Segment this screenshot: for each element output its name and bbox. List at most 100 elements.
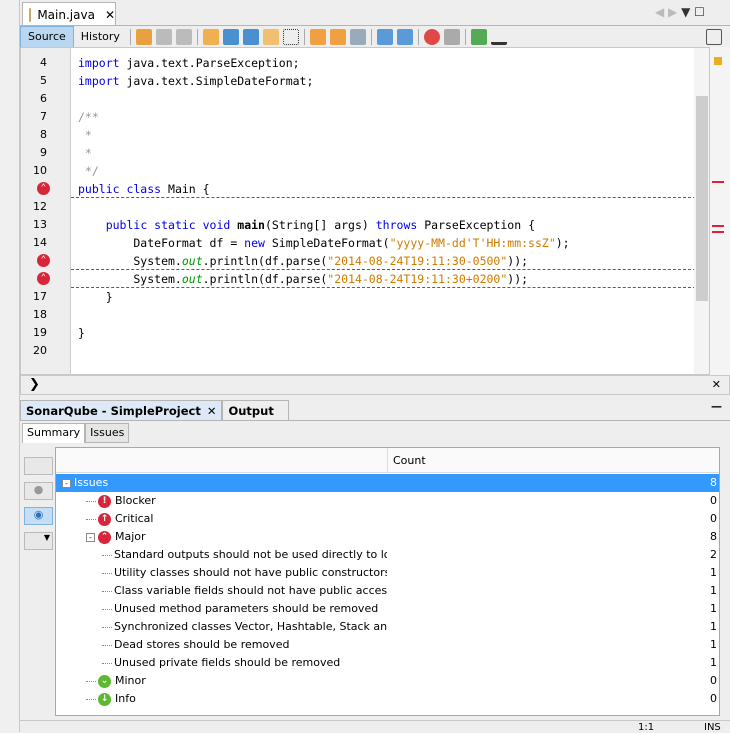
- code-line[interactable]: ⌃ System.out.println(df.parse("2014-08-2…: [21, 252, 696, 270]
- shift-left-icon[interactable]: [376, 28, 393, 45]
- row-label: Dead stores should be removed: [114, 638, 290, 651]
- toggle-highlight-icon[interactable]: [262, 28, 279, 45]
- tree-row[interactable]: Standard outputs should not be used dire…: [56, 546, 719, 564]
- tree-row[interactable]: Unused method parameters should be remov…: [56, 600, 719, 618]
- shift-right-icon[interactable]: [396, 28, 413, 45]
- uncomment-icon[interactable]: [490, 29, 507, 45]
- code-text: import java.text.SimpleDateFormat;: [78, 74, 314, 88]
- row-count: 1: [710, 638, 717, 651]
- row-label: Synchronized classes Vector, Hashtable, …: [114, 620, 387, 633]
- code-line[interactable]: 12: [21, 198, 696, 216]
- list-view-icon[interactable]: [24, 457, 53, 475]
- tree-row[interactable]: Utility classes should not have public c…: [56, 564, 719, 582]
- row-count: 2: [710, 548, 717, 561]
- code-line[interactable]: 14 DateFormat df = new SimpleDateFormat(…: [21, 234, 696, 252]
- rectangular-selection-icon[interactable]: [282, 28, 299, 45]
- code-line[interactable]: 4 import java.text.ParseException;: [21, 54, 696, 72]
- error-annotation-icon[interactable]: ⌃: [37, 272, 50, 285]
- code-line[interactable]: 5 import java.text.SimpleDateFormat;: [21, 72, 696, 90]
- row-label: Unused method parameters should be remov…: [114, 602, 379, 615]
- code-line[interactable]: ⌃ public class Main {: [21, 180, 696, 198]
- collapsed-side-panel: [0, 0, 20, 732]
- collapse-toggle-icon[interactable]: -: [86, 532, 95, 542]
- tab-scroll-arrows[interactable]: ◀ ▶ ▼ ☐: [655, 5, 705, 19]
- error-mark[interactable]: [712, 225, 724, 227]
- code-line[interactable]: 7 /**: [21, 108, 696, 126]
- row-label: Blocker: [115, 494, 156, 507]
- tree-row[interactable]: - ⌃ Major 8: [56, 528, 719, 546]
- row-count: 1: [710, 656, 717, 669]
- row-label: Major: [115, 530, 146, 543]
- subtab-summary[interactable]: Summary: [22, 423, 86, 443]
- row-label: Class variable fields should not have pu…: [114, 584, 387, 597]
- code-line[interactable]: ⌃ System.out.println(df.parse("2014-08-2…: [21, 270, 696, 288]
- error-annotation-icon[interactable]: ⌃: [37, 254, 50, 267]
- error-annotation-icon[interactable]: ⌃: [37, 182, 50, 195]
- code-line[interactable]: 8 *: [21, 126, 696, 144]
- code-text: /**: [78, 110, 99, 124]
- tab-output-label: Output: [228, 403, 274, 418]
- code-line[interactable]: 17 }: [21, 288, 696, 306]
- collapse-toggle-icon[interactable]: -: [62, 478, 71, 488]
- line-number: 7: [40, 110, 47, 123]
- error-mark[interactable]: [712, 231, 724, 233]
- next-bookmark-icon[interactable]: [329, 28, 346, 45]
- scrollbar-thumb[interactable]: [696, 96, 708, 301]
- start-macro-icon[interactable]: [423, 28, 440, 45]
- last-edit-icon[interactable]: [135, 28, 152, 45]
- tree-row[interactable]: ! Blocker 0: [56, 492, 719, 510]
- tree-row[interactable]: - Issues 8: [56, 474, 719, 492]
- code-line[interactable]: 20: [21, 342, 696, 360]
- find-next-icon[interactable]: [242, 28, 259, 45]
- code-line[interactable]: 9 *: [21, 144, 696, 162]
- code-editor[interactable]: 4 import java.text.ParseException; 5 import…: [20, 47, 710, 375]
- previous-bookmark-icon[interactable]: [309, 28, 326, 45]
- subtab-issues[interactable]: Issues: [85, 423, 130, 443]
- settings-dropdown-icon[interactable]: ▼: [24, 532, 53, 550]
- line-number: 14: [33, 236, 47, 249]
- stop-macro-icon[interactable]: [443, 28, 460, 45]
- row-count: 1: [710, 620, 717, 633]
- column-header-count[interactable]: Count: [387, 448, 431, 473]
- close-tab-icon[interactable]: ✕: [207, 404, 217, 418]
- row-label: Unused private fields should be removed: [114, 656, 341, 669]
- line-number: 13: [33, 218, 47, 231]
- line-number: 9: [40, 146, 47, 159]
- code-line[interactable]: 13 public static void main(String[] args…: [21, 216, 696, 234]
- tree-row[interactable]: ↑ Critical 0: [56, 510, 719, 528]
- row-label: Critical: [115, 512, 154, 525]
- toggle-bookmark-icon[interactable]: [349, 28, 366, 45]
- eye-icon[interactable]: ◉: [24, 507, 53, 525]
- tab-output[interactable]: Output: [222, 400, 290, 420]
- history-button[interactable]: History: [74, 26, 127, 48]
- tree-row[interactable]: ⌄ Minor 0: [56, 672, 719, 690]
- tree-row[interactable]: Class variable fields should not have pu…: [56, 582, 719, 600]
- tree-row[interactable]: Dead stores should be removed 1: [56, 636, 719, 654]
- find-icon[interactable]: [202, 28, 219, 45]
- close-tab-icon[interactable]: ✕: [105, 8, 115, 22]
- error-mark[interactable]: [712, 181, 724, 183]
- row-count: 8: [710, 476, 717, 489]
- split-editor-icon[interactable]: [706, 28, 722, 45]
- editor-tab-main-java[interactable]: Main.java ✕: [22, 2, 116, 26]
- tree-row[interactable]: ↓ Info 0: [56, 690, 719, 708]
- forward-icon[interactable]: [175, 28, 192, 45]
- panel-subtabs: Summary Issues: [22, 423, 130, 443]
- minimize-panel-icon[interactable]: —: [711, 400, 722, 420]
- source-button[interactable]: Source: [20, 25, 74, 48]
- close-navigator-icon[interactable]: ✕: [712, 378, 721, 391]
- tree-row[interactable]: Unused private fields should be removed 1: [56, 654, 719, 672]
- info-icon[interactable]: ●: [24, 482, 53, 500]
- breadcrumb-chevron-icon[interactable]: ❯: [29, 377, 40, 392]
- comment-icon[interactable]: [470, 28, 487, 45]
- cursor-position: 1:1: [638, 722, 655, 733]
- code-line[interactable]: 6: [21, 90, 696, 108]
- code-line[interactable]: 19}: [21, 324, 696, 342]
- tab-sonarqube[interactable]: SonarQube - SimpleProject ✕: [20, 400, 223, 420]
- code-line[interactable]: 18: [21, 306, 696, 324]
- tree-row[interactable]: Synchronized classes Vector, Hashtable, …: [56, 618, 719, 636]
- error-stripe[interactable]: [710, 47, 730, 375]
- back-icon[interactable]: [155, 28, 172, 45]
- code-line[interactable]: 10 */: [21, 162, 696, 180]
- find-previous-icon[interactable]: [222, 28, 239, 45]
